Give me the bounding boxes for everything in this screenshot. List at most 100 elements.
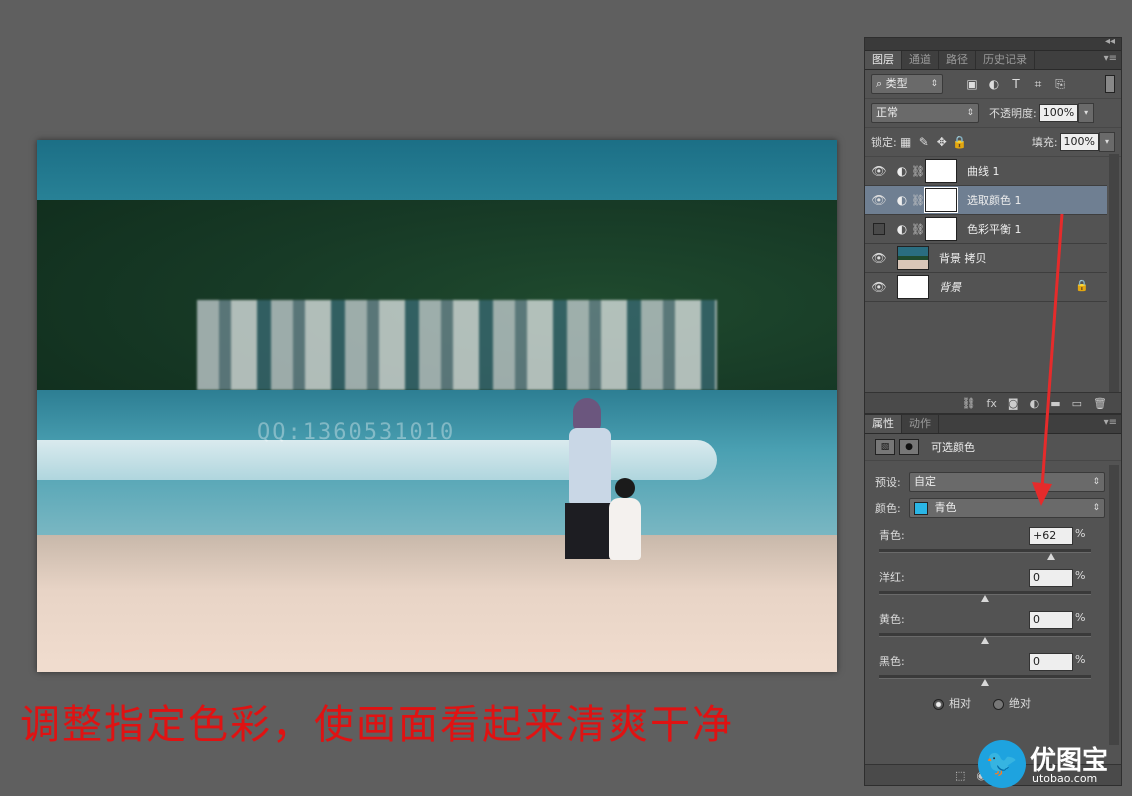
eye-icon[interactable]: 👁 xyxy=(865,251,893,265)
tab-paths[interactable]: 路径 xyxy=(939,51,976,69)
layer-name: 曲线 1 xyxy=(967,165,1000,178)
black-input[interactable]: 0 xyxy=(1029,653,1073,671)
black-slider-knob[interactable] xyxy=(981,679,989,686)
smart-object-filter-icon[interactable]: ⎘ xyxy=(1051,77,1069,92)
colors-select[interactable]: 青色 ⇕ xyxy=(909,498,1105,518)
link-chain-icon[interactable]: ⛓ xyxy=(911,194,925,207)
link-layers-icon[interactable]: ⛓ xyxy=(962,397,976,410)
lock-icon: 🔒 xyxy=(1075,279,1089,292)
pixel-filter-icon[interactable]: ▣ xyxy=(963,77,981,92)
selective-color-icon: ▧ xyxy=(875,439,895,455)
eye-hidden-icon[interactable]: x xyxy=(865,223,893,235)
magenta-slider-row: 洋红: 0 % xyxy=(865,563,1121,605)
method-absolute[interactable]: 绝对 xyxy=(993,695,1031,711)
tab-layers[interactable]: 图层 xyxy=(865,51,902,69)
layer-thumbnail[interactable] xyxy=(897,275,929,299)
lock-position-icon[interactable]: ✥ xyxy=(933,135,951,149)
color-swatch xyxy=(914,501,928,515)
preset-select[interactable]: 自定 ⇕ xyxy=(909,472,1105,492)
cyan-slider-knob[interactable] xyxy=(1046,553,1055,560)
collapse-panels-icon[interactable]: ◂◂ xyxy=(1105,36,1115,47)
search-icon: ⌕ xyxy=(876,77,883,90)
layer-filter-select[interactable]: ⌕ 类型 ⇕ xyxy=(871,74,943,94)
cyan-slider-track[interactable] xyxy=(879,549,1091,553)
layer-selective-color[interactable]: 👁 ◐ ⛓ 选取颜色 1 xyxy=(865,186,1107,215)
site-logo: 🐦 优图宝 utobao.com xyxy=(978,738,1128,792)
yellow-input[interactable]: 0 xyxy=(1029,611,1073,629)
photo-child-figure xyxy=(609,478,641,588)
lock-all-icon[interactable]: 🔒 xyxy=(951,135,969,149)
properties-header: ▧ ● 可选颜色 xyxy=(865,434,1121,461)
clip-to-layer-icon[interactable]: ⬚ xyxy=(955,769,965,782)
new-adjustment-icon[interactable]: ◐ xyxy=(1030,397,1040,410)
colors-label: 颜色: xyxy=(875,502,901,515)
magenta-input[interactable]: 0 xyxy=(1029,569,1073,587)
blend-mode-select[interactable]: 正常 ⇕ xyxy=(871,103,979,123)
adjustment-filter-icon[interactable]: ◐ xyxy=(985,77,1003,92)
method-relative[interactable]: 相对 xyxy=(933,695,971,711)
percent-sign: % xyxy=(1075,653,1086,666)
cyan-input[interactable]: +62 xyxy=(1029,527,1073,545)
colors-value: 青色 xyxy=(934,501,957,514)
layers-tab-bar: 图层 通道 路径 历史记录 ▾≡ xyxy=(865,51,1121,70)
eye-icon[interactable]: 👁 xyxy=(865,193,893,207)
layer-curves[interactable]: 👁 ◐ ⛓ 曲线 1 xyxy=(865,157,1107,186)
blend-row: 正常 ⇕ 不透明度: 100% ▾ xyxy=(865,99,1121,128)
mask-icon[interactable]: ● xyxy=(899,439,919,455)
document-canvas[interactable]: QQ:1360531010 xyxy=(37,140,837,672)
new-group-icon[interactable]: ▬ xyxy=(1050,397,1060,410)
tab-actions[interactable]: 动作 xyxy=(902,415,939,433)
yellow-slider-knob[interactable] xyxy=(981,637,989,644)
shape-filter-icon[interactable]: ⌗ xyxy=(1029,77,1047,92)
layer-list: 👁 ◐ ⛓ 曲线 1 👁 ◐ ⛓ 选取颜色 1 x ◐ ⛓ 色彩平衡 1 👁 背… xyxy=(865,157,1107,302)
layer-filter-row: ⌕ 类型 ⇕ ▣ ◐ T ⌗ ⎘ xyxy=(865,70,1121,99)
layer-color-balance[interactable]: x ◐ ⛓ 色彩平衡 1 xyxy=(865,215,1107,244)
fx-icon[interactable]: fx xyxy=(987,397,997,410)
eye-icon[interactable]: 👁 xyxy=(865,280,893,294)
magenta-slider-knob[interactable] xyxy=(981,595,989,602)
new-layer-icon[interactable]: ▭ xyxy=(1072,397,1082,410)
filter-toggle[interactable] xyxy=(1105,75,1115,93)
updown-icon: ⇕ xyxy=(966,108,974,118)
layer-mask-thumbnail[interactable] xyxy=(925,217,957,241)
blend-mode-value: 正常 xyxy=(876,106,898,119)
opacity-dropdown-icon[interactable]: ▾ xyxy=(1078,103,1095,123)
layer-thumbnail[interactable] xyxy=(897,246,929,270)
magenta-label: 洋红: xyxy=(879,571,905,584)
logo-url: utobao.com xyxy=(1032,772,1098,785)
fill-input[interactable]: 100% xyxy=(1059,133,1099,151)
properties-scrollbar[interactable] xyxy=(1109,465,1119,745)
panel-menu-icon[interactable]: ▾≡ xyxy=(1104,53,1117,64)
layer-mask-thumbnail[interactable] xyxy=(925,159,957,183)
radio-absolute[interactable] xyxy=(993,698,1004,710)
layer-background[interactable]: 👁 背景 🔒 xyxy=(865,273,1107,302)
eye-icon[interactable]: 👁 xyxy=(865,164,893,178)
layers-scrollbar[interactable] xyxy=(1109,154,1119,392)
layer-name: 背景 拷贝 xyxy=(939,252,987,265)
photo-town xyxy=(197,300,717,390)
cyan-slider-row: 青色: +62 % xyxy=(865,521,1121,563)
layer-mask-thumbnail[interactable] xyxy=(924,187,958,213)
tab-properties[interactable]: 属性 xyxy=(865,415,902,433)
delete-layer-icon[interactable]: 🗑 xyxy=(1093,397,1107,410)
properties-tab-bar: 属性 动作 ▾≡ xyxy=(865,415,1121,434)
link-chain-icon[interactable]: ⛓ xyxy=(911,165,925,178)
radio-relative[interactable] xyxy=(933,698,944,710)
tab-channels[interactable]: 通道 xyxy=(902,51,939,69)
lock-paint-icon[interactable]: ✎ xyxy=(915,135,933,149)
type-filter-icon[interactable]: T xyxy=(1007,77,1025,92)
tab-history[interactable]: 历史记录 xyxy=(976,51,1035,69)
panel-menu-icon[interactable]: ▾≡ xyxy=(1104,417,1117,428)
lock-transparent-icon[interactable]: ▦ xyxy=(897,135,915,149)
preset-row: 预设: 自定 ⇕ xyxy=(865,469,1121,495)
fill-dropdown-icon[interactable]: ▾ xyxy=(1099,132,1115,152)
photo-beach xyxy=(37,535,837,672)
layer-background-copy[interactable]: 👁 背景 拷贝 xyxy=(865,244,1107,273)
percent-sign: % xyxy=(1075,569,1086,582)
layer-name: 背景 xyxy=(939,281,961,294)
link-chain-icon[interactable]: ⛓ xyxy=(911,223,925,236)
yellow-label: 黄色: xyxy=(879,613,905,626)
adjustment-layer-icon: ◐ xyxy=(896,193,908,207)
add-mask-icon[interactable]: ◙ xyxy=(1008,397,1019,410)
opacity-input[interactable]: 100% xyxy=(1038,104,1079,122)
